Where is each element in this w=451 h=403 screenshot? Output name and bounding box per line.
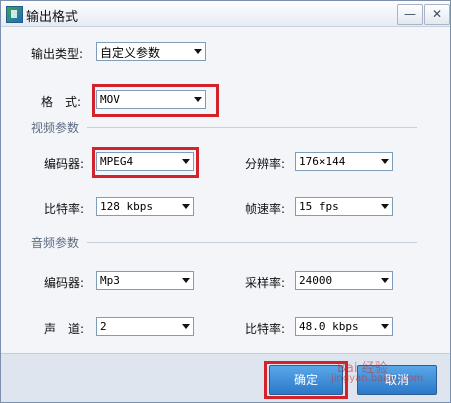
minimize-button[interactable]: — bbox=[397, 4, 423, 25]
framerate-value: 15 fps bbox=[299, 200, 339, 213]
output-type-select[interactable]: 自定义参数 bbox=[96, 42, 206, 61]
close-button[interactable]: ✕ bbox=[424, 4, 450, 25]
title-bar: 输出格式 — ✕ bbox=[1, 1, 450, 27]
chevron-down-icon bbox=[182, 278, 190, 283]
channels-label: 声 道: bbox=[44, 322, 85, 336]
output-type-label: 输出类型: bbox=[31, 47, 84, 61]
chevron-down-icon bbox=[182, 324, 190, 329]
video-encoder-label: 编码器: bbox=[44, 157, 85, 171]
framerate-select[interactable]: 15 fps bbox=[295, 197, 393, 216]
channels-value: 2 bbox=[100, 320, 107, 333]
channels-select[interactable]: 2 bbox=[96, 317, 194, 336]
samplerate-label: 采样率: bbox=[245, 276, 286, 290]
chevron-down-icon bbox=[381, 278, 389, 283]
audio-encoder-value: Mp3 bbox=[100, 274, 120, 287]
audio-encoder-label: 编码器: bbox=[44, 276, 85, 290]
watermark-url: jingyan.baidu.com bbox=[331, 373, 424, 384]
chevron-down-icon bbox=[381, 204, 389, 209]
video-bitrate-value: 128 kbps bbox=[100, 200, 153, 213]
video-section-divider bbox=[87, 127, 417, 128]
audio-bitrate-select[interactable]: 48.0 kbps bbox=[295, 317, 393, 336]
video-section-title: 视频参数 bbox=[31, 121, 80, 135]
audio-encoder-select[interactable]: Mp3 bbox=[96, 271, 194, 290]
audio-section-title: 音频参数 bbox=[31, 236, 80, 250]
audio-bitrate-label: 比特率: bbox=[245, 322, 286, 336]
format-highlight-box bbox=[92, 84, 219, 117]
resolution-label: 分辨率: bbox=[245, 157, 286, 171]
resolution-value: 176×144 bbox=[299, 155, 346, 168]
chevron-down-icon bbox=[381, 324, 389, 329]
audio-bitrate-value: 48.0 kbps bbox=[299, 320, 359, 333]
samplerate-select[interactable]: 24000 bbox=[295, 271, 393, 290]
chevron-down-icon bbox=[182, 204, 190, 209]
video-bitrate-label: 比特率: bbox=[44, 202, 85, 216]
app-icon bbox=[6, 6, 23, 23]
framerate-label: 帧速率: bbox=[245, 202, 286, 216]
samplerate-value: 24000 bbox=[299, 274, 333, 287]
audio-section-divider bbox=[87, 242, 417, 243]
resolution-select[interactable]: 176×144 bbox=[295, 152, 393, 171]
output-format-dialog: 输出格式 — ✕ 输出类型: 自定义参数 格 式: MOV 视频参数 编码器: … bbox=[0, 0, 451, 403]
video-bitrate-select[interactable]: 128 kbps bbox=[96, 197, 194, 216]
output-type-value: 自定义参数 bbox=[100, 46, 161, 60]
format-label: 格 式: bbox=[41, 95, 82, 109]
chevron-down-icon bbox=[194, 49, 202, 54]
chevron-down-icon bbox=[381, 159, 389, 164]
encoder-highlight-box bbox=[92, 147, 199, 178]
window-title: 输出格式 bbox=[26, 10, 79, 25]
